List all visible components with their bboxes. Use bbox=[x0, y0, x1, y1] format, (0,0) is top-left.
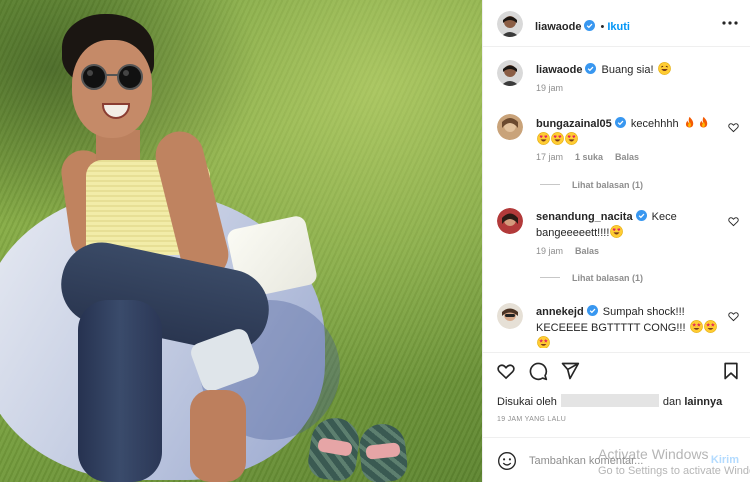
likes-joiner: dan bbox=[662, 396, 682, 408]
comment-text: senandung_nacita Kece bangeeeeett!!!! bbox=[536, 210, 726, 241]
commenter-username[interactable]: annekejd bbox=[536, 306, 584, 318]
follow-button[interactable]: Ikuti bbox=[607, 21, 630, 33]
liker-name-redacted[interactable] bbox=[560, 394, 659, 407]
comment-like-heart-icon[interactable] bbox=[728, 311, 739, 322]
heart-eyes-emoji-icon bbox=[610, 225, 624, 238]
star-struck-emoji-icon bbox=[703, 320, 717, 333]
verified-badge-icon bbox=[585, 63, 597, 74]
header-separator: • bbox=[600, 21, 605, 33]
verified-badge-icon bbox=[586, 305, 598, 316]
verified-badge-icon bbox=[635, 210, 647, 221]
commenter-avatar[interactable] bbox=[497, 114, 523, 140]
comment-like-heart-icon[interactable] bbox=[728, 122, 739, 133]
comment-text: bungazainal05 kecehhhh bbox=[536, 116, 726, 148]
caption-body: Buang sia! bbox=[601, 64, 654, 76]
comment-meta: 17 jam 1 suka Balas bbox=[536, 152, 651, 162]
fire-emoji-icon bbox=[699, 116, 707, 128]
comment-item: annekejd Sumpah shock!!! KECEEEE BGTTTTT… bbox=[483, 303, 750, 348]
comment-icon[interactable] bbox=[528, 361, 548, 381]
author-avatar[interactable] bbox=[497, 11, 523, 37]
likes-prefix: Disukai oleh bbox=[497, 396, 557, 408]
heart-eyes-emoji-icon bbox=[551, 132, 564, 145]
grinning-face-emoji-icon bbox=[657, 62, 671, 75]
comment-item: bungazainal05 kecehhhh 17 jam 1 suka Balas… bbox=[483, 114, 750, 204]
comment-body: kecehhhh bbox=[630, 118, 679, 130]
replies-line bbox=[540, 184, 560, 185]
comment-text: annekejd Sumpah shock!!! KECEEEE BGTTTTT… bbox=[536, 305, 726, 348]
post-timestamp[interactable]: 19 JAM YANG LALU bbox=[497, 416, 566, 423]
commenter-username[interactable]: bungazainal05 bbox=[536, 118, 612, 130]
commenter-avatar[interactable] bbox=[497, 208, 523, 234]
verified-badge-icon bbox=[614, 117, 626, 128]
comment-meta: 19 jam Balas bbox=[536, 246, 611, 256]
comment-body-line1: Kece bbox=[651, 211, 677, 223]
bookmark-icon[interactable] bbox=[721, 361, 741, 381]
comment-body-line1: Sumpah shock!!! bbox=[602, 306, 685, 318]
heart-eyes-emoji-icon bbox=[565, 132, 578, 145]
commenter-username[interactable]: senandung_nacita bbox=[536, 211, 633, 223]
reply-button[interactable]: Balas bbox=[575, 246, 599, 256]
photo-jeans-leg bbox=[78, 300, 162, 482]
emoji-picker-icon[interactable] bbox=[497, 451, 517, 471]
likes-others-link[interactable]: lainnya bbox=[684, 396, 722, 408]
reply-button[interactable]: Balas bbox=[615, 152, 639, 162]
add-comment-bar: Kirim bbox=[483, 437, 750, 482]
verified-badge-icon bbox=[584, 20, 596, 31]
view-replies-button[interactable]: Lihat balasan (1) bbox=[540, 180, 643, 190]
caption-item: liawaode Buang sia! 19 jam bbox=[483, 60, 750, 100]
more-horizontal-icon[interactable] bbox=[721, 14, 739, 32]
view-replies-button[interactable]: Lihat balasan (1) bbox=[540, 273, 643, 283]
heart-icon[interactable] bbox=[496, 361, 516, 381]
comment-time[interactable]: 17 jam bbox=[536, 152, 563, 162]
caption-time[interactable]: 19 jam bbox=[536, 83, 563, 93]
post-photo[interactable] bbox=[0, 0, 482, 482]
comment-like-heart-icon[interactable] bbox=[728, 216, 739, 227]
star-struck-emoji-icon bbox=[689, 320, 703, 333]
post-header: liawaode • Ikuti bbox=[483, 0, 750, 47]
comment-input[interactable] bbox=[529, 451, 689, 471]
likes-summary: Disukai oleh dan lainnya bbox=[497, 394, 722, 408]
replies-line bbox=[540, 277, 560, 278]
send-icon[interactable] bbox=[560, 361, 580, 381]
author-username[interactable]: liawaode bbox=[535, 21, 581, 33]
comment-body-line2: KECEEEE BGTTTTT CONG!!! bbox=[536, 322, 686, 334]
comments-list[interactable]: liawaode Buang sia! 19 jam bungazainal05… bbox=[483, 48, 750, 348]
heart-eyes-emoji-icon bbox=[537, 132, 550, 145]
fire-emoji-icon bbox=[685, 116, 693, 128]
comment-item: senandung_nacita Kece bangeeeeett!!!! 19… bbox=[483, 208, 750, 296]
post-sidebar: liawaode • Ikuti liawaode Buang sia! 19 ja… bbox=[482, 0, 750, 482]
post-comment-button[interactable]: Kirim bbox=[711, 454, 739, 466]
caption-meta: 19 jam bbox=[536, 83, 575, 93]
view-replies-label: Lihat balasan (1) bbox=[572, 273, 644, 283]
author-avatar[interactable] bbox=[497, 60, 523, 86]
comment-likes-count[interactable]: 1 suka bbox=[575, 152, 603, 162]
action-bar bbox=[483, 352, 750, 388]
photo-foot bbox=[190, 390, 246, 482]
view-replies-label: Lihat balasan (1) bbox=[572, 180, 644, 190]
photo-sunglasses bbox=[81, 64, 143, 90]
commenter-avatar[interactable] bbox=[497, 303, 523, 329]
caption-username[interactable]: liawaode bbox=[536, 64, 582, 76]
caption-text: liawaode Buang sia! bbox=[536, 62, 726, 78]
comment-time[interactable]: 19 jam bbox=[536, 246, 563, 256]
header-title-row: liawaode • Ikuti bbox=[535, 17, 630, 35]
comment-body-line2: bangeeeeett!!!! bbox=[536, 227, 610, 239]
star-struck-emoji-icon bbox=[537, 336, 550, 348]
